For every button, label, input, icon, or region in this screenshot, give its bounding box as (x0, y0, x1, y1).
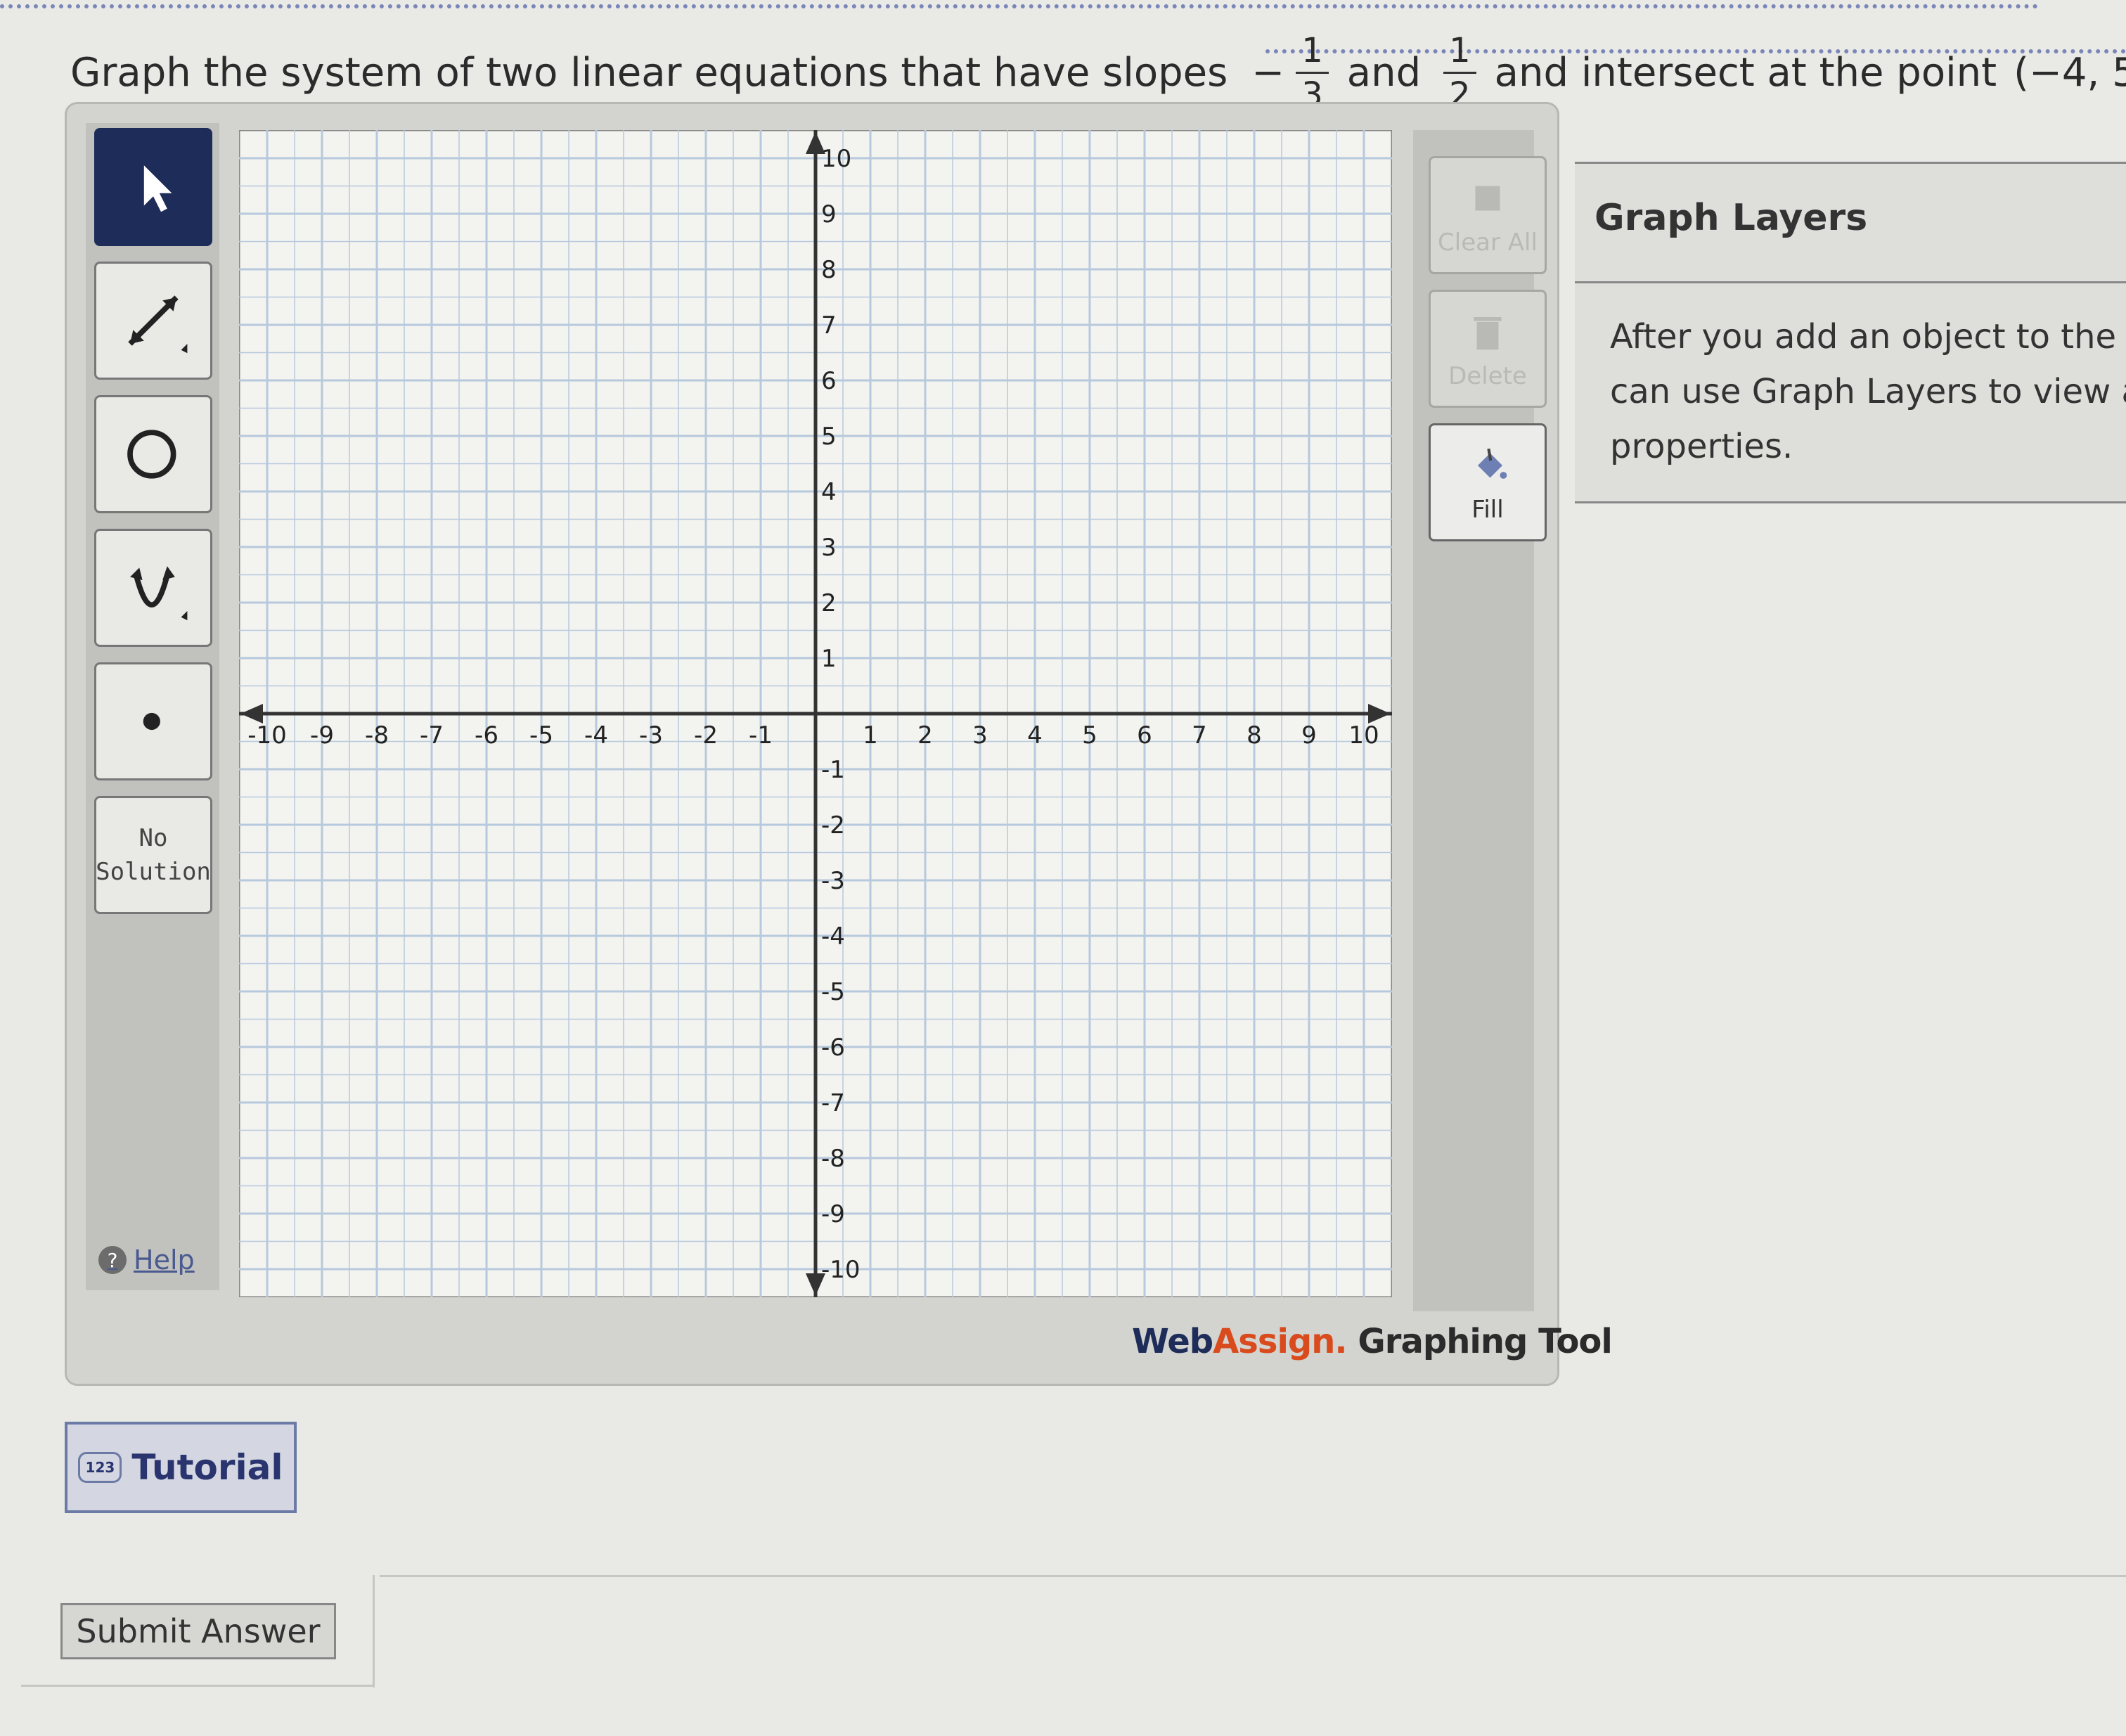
x-tick-label: 2 (917, 721, 933, 750)
y-tick-label: 8 (821, 256, 837, 284)
point-icon (143, 712, 160, 731)
y-tick-label: 10 (821, 145, 851, 173)
x-tick-label: -9 (310, 721, 334, 750)
top-dotted-border (0, 4, 2039, 8)
x-tick-label: -3 (639, 721, 663, 750)
tutorial-label: Tutorial (131, 1447, 283, 1488)
x-tick-label: -2 (694, 721, 718, 750)
y-tick-label: -9 (821, 1200, 845, 1228)
y-tick-label: 5 (821, 423, 837, 451)
x-tick-label: -7 (420, 721, 444, 750)
slope2-fraction: 1 2 (1443, 34, 1476, 112)
y-tick-label: 1 (821, 645, 837, 673)
no-solution-button[interactable]: No Solution (94, 796, 212, 914)
webassign-brand: WebAssign. Graphing Tool (1132, 1322, 1613, 1361)
y-tick-label: -1 (821, 756, 845, 784)
x-tick-label: 3 (972, 721, 988, 750)
circle-icon (127, 430, 176, 479)
help-label: Help (134, 1245, 195, 1275)
answer-box-bottom-border (21, 1685, 373, 1687)
question-circle-icon: ? (98, 1246, 127, 1274)
tutorial-icon: 123 (78, 1452, 122, 1483)
x-tick-label: 6 (1137, 721, 1152, 750)
no-solution-label: No Solution (96, 821, 211, 889)
x-tick-label: 7 (1192, 721, 1207, 750)
y-tick-label: -2 (821, 811, 845, 840)
intersection-point: (−4, 5). (2014, 50, 2126, 96)
graph-layers-description: After you add an object to the gra can u… (1610, 309, 2126, 478)
y-tick-label: -5 (821, 978, 845, 1006)
delete-label: Delete (1448, 362, 1527, 390)
graph-layers-line2: can use Graph Layers to view and (1610, 372, 2126, 411)
x-tick-label: -8 (365, 721, 389, 750)
line-segment-icon (128, 295, 188, 354)
clear-all-button[interactable]: Clear All (1429, 156, 1547, 274)
question-prefix: Graph the system of two linear equations… (70, 50, 1228, 96)
submit-answer-button[interactable]: Submit Answer (60, 1603, 336, 1659)
x-tick-label: 4 (1027, 721, 1043, 750)
y-tick-label: -6 (821, 1034, 845, 1062)
circle-tool-button[interactable] (94, 395, 212, 513)
slope2-numerator: 1 (1443, 34, 1476, 74)
x-tick-label: 5 (1082, 721, 1097, 750)
slope1-fraction: 1 3 (1296, 34, 1329, 112)
x-tick-label: -10 (247, 721, 287, 750)
slope1-numerator: 1 (1296, 34, 1329, 74)
x-tick-label: -4 (584, 721, 608, 750)
brand-web: Web (1132, 1322, 1213, 1361)
select-tool-button[interactable] (94, 128, 212, 246)
slope1-sign: − (1251, 50, 1285, 96)
clear-all-icon (1475, 186, 1500, 211)
y-tick-label: 2 (821, 589, 837, 617)
graph-layers-divider (1575, 281, 2126, 283)
brand-assign: Assign. (1213, 1322, 1348, 1361)
help-link[interactable]: ? Help (98, 1245, 195, 1275)
no-solution-line1: No (138, 824, 168, 852)
x-tick-label: -6 (475, 721, 498, 750)
y-tick-label: 4 (821, 478, 837, 506)
graph-layers-line3: properties. (1610, 427, 1793, 466)
y-tick-label: 7 (821, 311, 837, 340)
line-tool-button[interactable] (94, 262, 212, 380)
y-tick-label: -7 (821, 1089, 845, 1117)
coordinate-grid[interactable]: -10 -9 -8 -7 -6 -5 -4 -3 -2 -1 1 2 3 4 5 6 7 8 9 10 10 9 8 7 6 5… (239, 130, 1392, 1297)
paint-bucket-icon (1478, 448, 1507, 479)
y-tick-label: -3 (821, 867, 845, 895)
clear-all-label: Clear All (1438, 229, 1538, 257)
y-tick-label: 9 (821, 200, 837, 229)
parabola-icon (130, 566, 188, 621)
and-word: and (1346, 50, 1422, 96)
x-tick-label: -5 (529, 721, 553, 750)
y-tick-label: 6 (821, 367, 837, 395)
question-suffix: and intersect at the point (1494, 50, 1997, 96)
delete-button[interactable]: Delete (1429, 290, 1547, 408)
x-tick-label: 10 (1348, 721, 1379, 750)
y-tick-label: -4 (821, 922, 845, 951)
y-tick-label: -8 (821, 1145, 845, 1173)
point-tool-button[interactable] (94, 662, 212, 780)
x-tick-label: -1 (749, 721, 773, 750)
x-tick-label: 8 (1246, 721, 1262, 750)
graph-layers-title: Graph Layers (1594, 197, 1868, 239)
no-solution-line2: Solution (96, 858, 211, 886)
answer-box-left-border (373, 1575, 375, 1687)
question-text: Graph the system of two linear equations… (70, 34, 2126, 112)
fill-label: Fill (1471, 496, 1504, 524)
brand-tool-name: Graphing Tool (1358, 1322, 1612, 1361)
arrow-pointer-icon (143, 165, 172, 212)
trash-icon (1474, 317, 1502, 350)
parabola-tool-button[interactable] (94, 529, 212, 647)
x-tick-label: 1 (863, 721, 878, 750)
y-tick-label: 3 (821, 534, 837, 562)
graph-layers-line1: After you add an object to the gra (1610, 317, 2126, 356)
y-tick-label: -10 (821, 1256, 861, 1284)
tutorial-button[interactable]: 123 Tutorial (65, 1422, 297, 1513)
fill-button[interactable]: Fill (1429, 423, 1547, 541)
answer-box-top-border (380, 1575, 2126, 1577)
x-tick-label: 9 (1301, 721, 1317, 750)
